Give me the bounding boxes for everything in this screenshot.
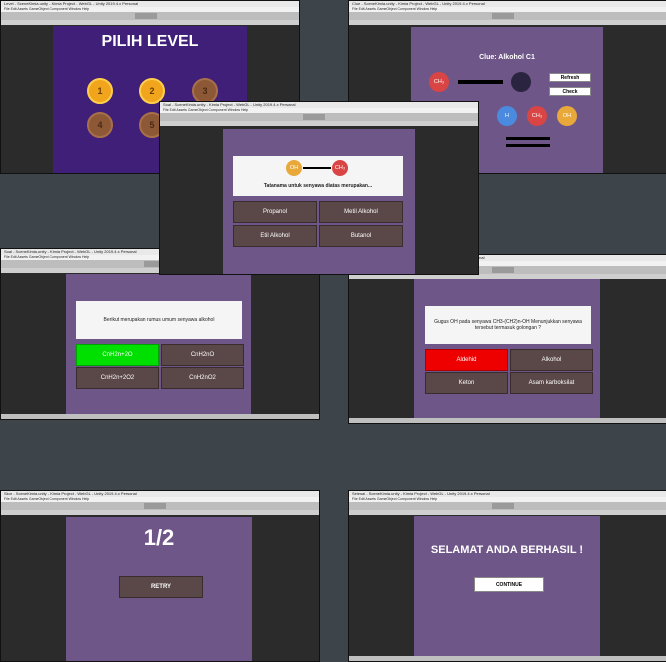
check-button[interactable]: Check bbox=[549, 87, 591, 96]
h-atom[interactable]: H bbox=[497, 106, 517, 126]
answer-option-4[interactable]: CnH2nO2 bbox=[161, 367, 244, 389]
game-tab-bar[interactable] bbox=[1, 20, 299, 25]
refresh-button[interactable]: Refresh bbox=[549, 73, 591, 82]
level-1-medal[interactable]: 1 bbox=[87, 78, 113, 104]
unity-window-naming: Soal - SceneKimia.unity - Kimia Project … bbox=[159, 101, 479, 275]
bond-line bbox=[303, 167, 331, 169]
page-title: PILIH LEVEL bbox=[101, 33, 199, 50]
clue-title: Clue: Alkohol C1 bbox=[479, 54, 535, 61]
bond-option-1[interactable] bbox=[506, 137, 550, 140]
level-5-label: 5 bbox=[149, 120, 155, 130]
status-bar bbox=[349, 418, 666, 423]
status-bar bbox=[1, 414, 319, 419]
toolbar bbox=[160, 113, 478, 121]
game-view-finish: SELAMAT ANDA BERHASIL ! CONTINUE bbox=[414, 516, 600, 656]
answer-option-3[interactable]: CnH2n+2O2 bbox=[76, 367, 159, 389]
play-button[interactable] bbox=[492, 13, 515, 19]
question-panel: Gugus OH pada senyawa CH3-(CH2)n-OH Menu… bbox=[425, 306, 591, 344]
play-button[interactable] bbox=[492, 503, 515, 509]
answer-option-3[interactable]: Etil Alkohol bbox=[233, 225, 317, 247]
ch3-atom-option[interactable]: CH₃ bbox=[527, 106, 547, 126]
level-4-label: 4 bbox=[97, 120, 103, 130]
answer-option-2[interactable]: CnH2nO bbox=[161, 344, 244, 366]
unity-window-score: Skor - SceneKimia.unity - Kimia Project … bbox=[0, 490, 320, 662]
success-message: SELAMAT ANDA BERHASIL ! bbox=[430, 544, 584, 556]
level-3-label: 3 bbox=[202, 86, 208, 96]
game-view-score: 1/2 RETRY bbox=[66, 517, 252, 661]
status-bar bbox=[349, 656, 666, 661]
unity-window-group: Soal - SceneKimia.unity - Kimia Project … bbox=[348, 254, 666, 424]
ch3-atom: CH₃ bbox=[332, 160, 348, 176]
answer-option-1[interactable]: CnH2n+2O bbox=[76, 344, 159, 366]
score-text: 1/2 bbox=[143, 525, 175, 550]
question-panel: Berikut merupakan rumus umum senyawa alk… bbox=[76, 301, 242, 339]
answer-option-2[interactable]: Alkohol bbox=[510, 349, 593, 371]
answer-option-2[interactable]: Metil Alkohol bbox=[319, 201, 403, 223]
ch3-atom[interactable]: CH₃ bbox=[429, 72, 449, 92]
answer-option-3[interactable]: Keton bbox=[425, 372, 508, 394]
game-view-formula: Berikut merupakan rumus umum senyawa alk… bbox=[66, 274, 251, 414]
continue-button[interactable]: CONTINUE bbox=[474, 577, 544, 592]
play-button[interactable] bbox=[135, 13, 158, 19]
play-button[interactable] bbox=[144, 503, 167, 509]
oh-label: OH bbox=[562, 113, 572, 119]
play-button[interactable] bbox=[303, 114, 326, 120]
h-label: H bbox=[505, 113, 509, 119]
toolbar bbox=[1, 12, 299, 20]
unity-window-finish: Selesai - SceneKimia.unity - Kimia Proje… bbox=[348, 490, 666, 662]
game-view-group: Gugus OH pada senyawa CH3-(CH2)n-OH Menu… bbox=[414, 279, 600, 418]
ch3b-label: CH₃ bbox=[531, 113, 543, 119]
bond-line bbox=[458, 80, 503, 84]
level-4-medal[interactable]: 4 bbox=[87, 112, 113, 138]
game-view-naming: OH CH₃ Tatanama untuk senyawa diatas mer… bbox=[223, 129, 415, 274]
ch3-label: CH₃ bbox=[334, 165, 346, 171]
bond-option-2[interactable] bbox=[506, 144, 550, 147]
game-tab-bar[interactable] bbox=[1, 510, 319, 515]
retry-button[interactable]: RETRY bbox=[119, 576, 203, 598]
question-text: Tatanama untuk senyawa diatas merupakan.… bbox=[263, 183, 373, 189]
level-2-label: 2 bbox=[149, 86, 155, 96]
answer-option-4[interactable]: Butanol bbox=[319, 225, 403, 247]
play-button[interactable] bbox=[492, 267, 515, 273]
ch3-label: CH₃ bbox=[433, 79, 445, 85]
answer-option-1[interactable]: Propanol bbox=[233, 201, 317, 223]
question-panel: OH CH₃ Tatanama untuk senyawa diatas mer… bbox=[233, 156, 403, 196]
game-tab-bar[interactable] bbox=[349, 20, 666, 25]
answer-option-4[interactable]: Asam karboksilat bbox=[510, 372, 593, 394]
oh-label: OH bbox=[289, 165, 299, 171]
toolbar bbox=[349, 12, 666, 20]
empty-atom-slot[interactable] bbox=[511, 72, 531, 92]
game-tab-bar[interactable] bbox=[349, 510, 666, 515]
oh-atom[interactable]: OH bbox=[557, 106, 577, 126]
toolbar bbox=[349, 502, 666, 510]
oh-atom: OH bbox=[286, 160, 302, 176]
answer-option-1[interactable]: Aldehid bbox=[425, 349, 508, 371]
toolbar bbox=[1, 502, 319, 510]
level-1-label: 1 bbox=[97, 86, 103, 96]
game-tab-bar[interactable] bbox=[160, 121, 478, 126]
